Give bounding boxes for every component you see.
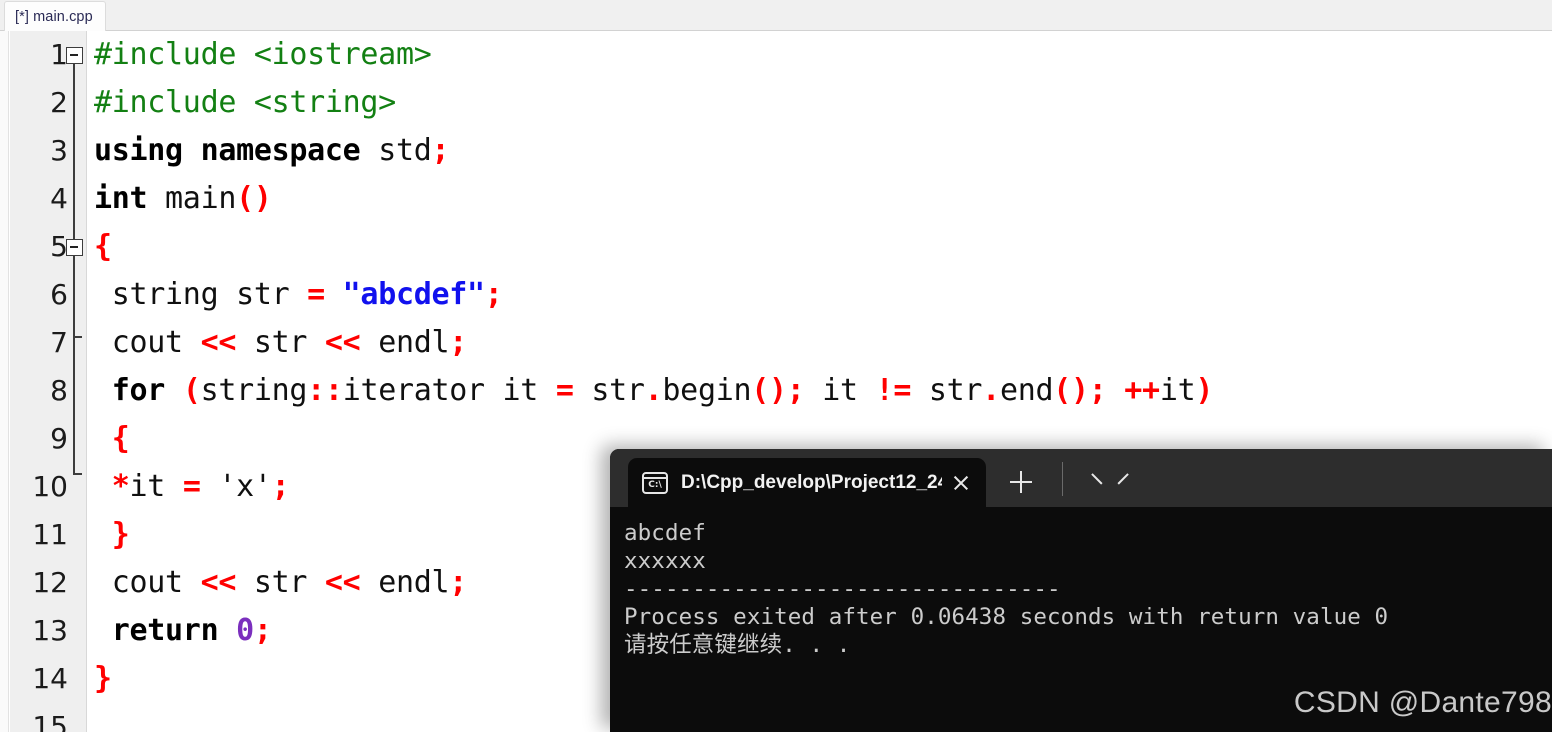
code-row[interactable]: string str = "abcdef";: [88, 271, 1552, 319]
line-number: 11: [32, 518, 68, 551]
fold-end-tick-line-14: [73, 473, 82, 475]
terminal-output-line: 请按任意键继续. . .: [624, 632, 851, 658]
terminal-output-line: abcdef: [624, 520, 706, 546]
new-tab-icon[interactable]: [1006, 467, 1036, 497]
code-line-14: }: [94, 661, 112, 696]
line-number: 12: [32, 566, 68, 599]
code-line-10: *it = 'x';: [94, 469, 290, 504]
line-number: 7: [50, 326, 68, 359]
line-number: 1: [50, 38, 68, 71]
chevron-down-icon[interactable]: [1092, 469, 1114, 491]
editor-tab-main-cpp[interactable]: [*] main.cpp: [4, 1, 106, 31]
code-line-1: #include <iostream>: [94, 37, 432, 72]
editor-tab-bar: [*] main.cpp: [0, 0, 1552, 31]
code-row[interactable]: for (string::iterator it = str.begin(); …: [88, 367, 1552, 415]
fold-guide-line-9: [73, 256, 75, 337]
line-number: 3: [50, 134, 68, 167]
line-number: 4: [50, 182, 68, 215]
code-line-7: cout << str << endl;: [94, 325, 468, 360]
code-row[interactable]: cout << str << endl;: [88, 319, 1552, 367]
fold-toggle-line-5[interactable]: [66, 47, 83, 64]
watermark: CSDN @Dante798: [1293, 686, 1552, 719]
terminal-tab-title: D:\Cpp_develop\Project12_24': [681, 471, 942, 493]
code-row[interactable]: int main(): [88, 175, 1552, 223]
screenshot-root: [*] main.cpp 1 2 3 4 5 6 7 8 9 10 11 12 …: [0, 0, 1552, 732]
line-number: 10: [32, 470, 68, 503]
terminal-window[interactable]: C:\ D:\Cpp_develop\Project12_24' abcdef …: [610, 449, 1552, 732]
code-row[interactable]: using namespace std;: [88, 127, 1552, 175]
line-number: 13: [32, 614, 68, 647]
fold-toggle-line-9[interactable]: [66, 239, 83, 256]
line-number: 9: [50, 422, 68, 455]
terminal-output[interactable]: abcdef xxxxxx --------------------------…: [610, 507, 1552, 732]
terminal-output-line: Process exited after 0.06438 seconds wit…: [624, 604, 1389, 630]
code-line-12: cout << str << endl;: [94, 565, 468, 600]
code-line-3: using namespace std;: [94, 133, 450, 168]
code-line-9: {: [94, 421, 130, 456]
code-line-11: }: [94, 517, 130, 552]
terminal-output-line: xxxxxx: [624, 548, 706, 574]
fold-guide-line-5: [73, 64, 75, 239]
code-line-6: string str = "abcdef";: [94, 277, 503, 312]
code-line-8: for (string::iterator it = str.begin(); …: [94, 373, 1214, 408]
line-number: 8: [50, 374, 68, 407]
code-line-13: return 0;: [94, 613, 272, 648]
fold-guide-line-5-lower: [73, 337, 75, 474]
editor-tab-label: [*] main.cpp: [15, 8, 93, 25]
line-number: 15: [32, 710, 68, 732]
cmd-console-icon: C:\: [642, 471, 668, 494]
line-number: 5: [50, 230, 68, 263]
code-row[interactable]: #include <iostream>: [88, 31, 1552, 79]
code-line-5: {: [94, 229, 112, 264]
code-folding-column[interactable]: [62, 31, 88, 732]
line-number: 14: [32, 662, 68, 695]
terminal-title-bar[interactable]: C:\ D:\Cpp_develop\Project12_24': [610, 449, 1552, 507]
code-row[interactable]: #include <string>: [88, 79, 1552, 127]
code-row[interactable]: {: [88, 223, 1552, 271]
code-line-2: #include <string>: [94, 85, 396, 120]
cmd-console-icon-text: C:\: [648, 479, 662, 490]
terminal-output-line: --------------------------------: [624, 576, 1061, 602]
line-number: 6: [50, 278, 68, 311]
code-line-4: int main(): [94, 181, 272, 216]
toolbar-divider: [1062, 462, 1063, 496]
terminal-tab[interactable]: C:\ D:\Cpp_develop\Project12_24': [628, 458, 986, 507]
line-number: 2: [50, 86, 68, 119]
close-icon[interactable]: [946, 468, 976, 498]
